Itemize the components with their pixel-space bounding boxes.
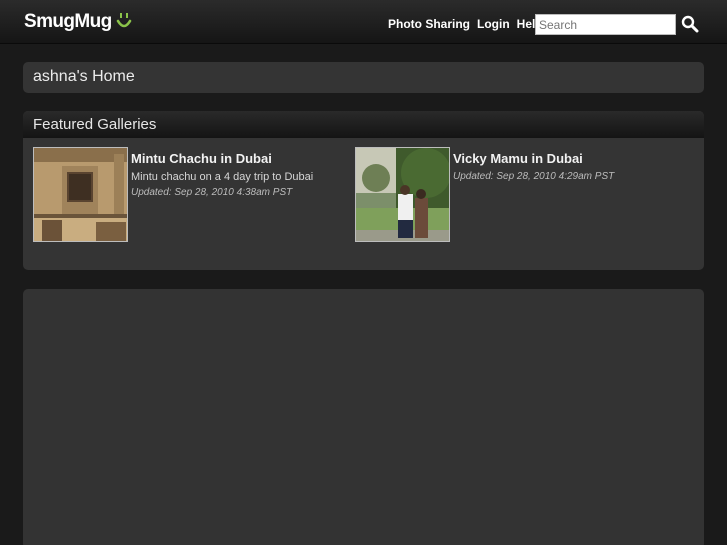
gallery-item: Vicky Mamu in Dubai Updated: Sep 28, 201… — [355, 147, 683, 242]
search-icon[interactable] — [681, 15, 699, 33]
top-bar: SmugMug Photo Sharing Login Help — [0, 0, 727, 44]
smugmug-logo[interactable]: SmugMug — [24, 11, 133, 33]
gallery-thumbnail[interactable] — [355, 147, 450, 242]
gallery-updated: Updated: Sep 28, 2010 4:38am PST — [131, 187, 293, 198]
gallery-description: Mintu chachu on a 4 day trip to Dubai — [131, 171, 314, 183]
search-input[interactable] — [535, 14, 676, 35]
featured-title: Featured Galleries — [33, 116, 157, 133]
page-title: ashna's Home — [33, 68, 135, 85]
logo-text: SmugMug — [24, 11, 112, 32]
gallery-thumbnail[interactable] — [33, 147, 128, 242]
home-panel: ashna's Home — [23, 62, 704, 93]
smiley-icon — [115, 12, 133, 32]
gallery-title[interactable]: Vicky Mamu in Dubai — [453, 151, 683, 166]
top-nav: Photo Sharing Login Help — [388, 17, 543, 31]
nav-photo-sharing[interactable]: Photo Sharing — [388, 17, 470, 31]
gallery-item: Mintu Chachu in Dubai Mintu chachu on a … — [33, 147, 351, 242]
nav-login[interactable]: Login — [477, 17, 510, 31]
featured-header: Featured Galleries — [23, 111, 704, 138]
gallery-title[interactable]: Mintu Chachu in Dubai — [131, 151, 351, 166]
gallery-updated: Updated: Sep 28, 2010 4:29am PST — [453, 171, 615, 182]
content-panel — [23, 289, 704, 545]
featured-galleries-panel: Featured Galleries Mintu Chachu in Dubai… — [23, 111, 704, 270]
